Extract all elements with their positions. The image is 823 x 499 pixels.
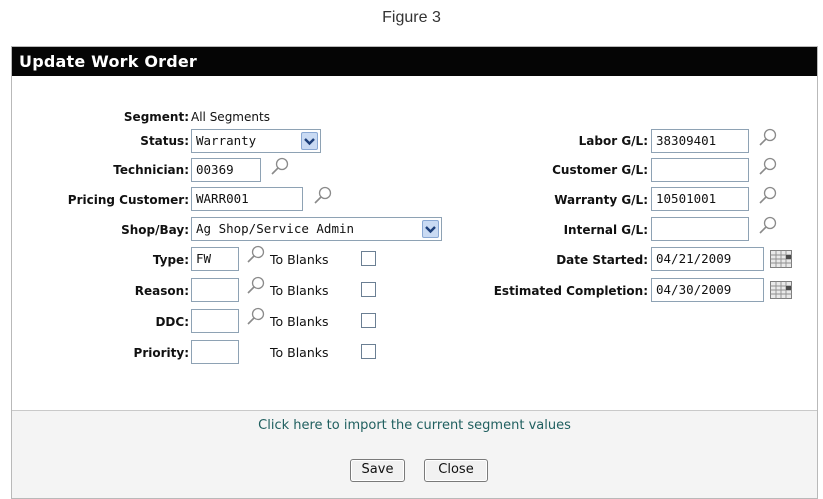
labor-gl-input[interactable]: 38309401 xyxy=(651,129,749,153)
pricing-customer-label: Pricing Customer: xyxy=(67,193,189,207)
pricing-customer-lookup-magnifier-icon[interactable] xyxy=(312,185,334,207)
status-label: Status: xyxy=(140,134,189,148)
status-select-value: Warranty xyxy=(196,133,257,148)
priority-to-blanks-label: To Blanks xyxy=(270,345,329,360)
technician-label: Technician: xyxy=(113,163,189,177)
internal-gl-label: Internal G/L: xyxy=(563,223,648,237)
form-panel: Segment: All Segments Status: Warranty T… xyxy=(12,76,817,411)
shop-bay-select[interactable]: Ag Shop/Service Admin xyxy=(191,217,442,241)
priority-input[interactable] xyxy=(191,340,239,364)
reason-lookup-magnifier-icon[interactable] xyxy=(245,275,267,297)
estimated-completion-label: Estimated Completion: xyxy=(493,284,648,298)
estimated-completion-calendar-icon[interactable] xyxy=(770,281,792,299)
labor-gl-lookup-magnifier-icon[interactable] xyxy=(757,127,779,149)
chevron-down-icon[interactable] xyxy=(422,220,439,238)
type-to-blanks-checkbox[interactable] xyxy=(361,251,376,266)
update-work-order-dialog: Update Work Order Segment: All Segments … xyxy=(11,46,818,499)
internal-gl-lookup-magnifier-icon[interactable] xyxy=(757,215,779,237)
date-started-calendar-icon[interactable] xyxy=(770,250,792,268)
ddc-lookup-magnifier-icon[interactable] xyxy=(245,306,267,328)
date-started-label: Date Started: xyxy=(556,253,648,267)
import-segment-values-link[interactable]: Click here to import the current segment… xyxy=(12,418,817,433)
customer-gl-input[interactable] xyxy=(651,158,749,182)
reason-to-blanks-checkbox[interactable] xyxy=(361,282,376,297)
type-to-blanks-label: To Blanks xyxy=(270,252,329,267)
priority-to-blanks-checkbox[interactable] xyxy=(361,344,376,359)
warranty-gl-label: Warranty G/L: xyxy=(554,193,648,207)
priority-label: Priority: xyxy=(133,346,189,360)
type-input[interactable]: FW xyxy=(191,247,239,271)
ddc-label: DDC: xyxy=(155,315,189,329)
close-button[interactable]: Close xyxy=(424,459,488,482)
reason-input[interactable] xyxy=(191,278,239,302)
ddc-to-blanks-checkbox[interactable] xyxy=(361,313,376,328)
reason-label: Reason: xyxy=(134,284,189,298)
date-started-input[interactable]: 04/21/2009 xyxy=(651,247,764,271)
ddc-input[interactable] xyxy=(191,309,239,333)
technician-lookup-magnifier-icon[interactable] xyxy=(269,156,291,178)
save-button[interactable]: Save xyxy=(350,459,405,482)
type-lookup-magnifier-icon[interactable] xyxy=(245,244,267,266)
internal-gl-input[interactable] xyxy=(651,217,749,241)
shop-bay-label: Shop/Bay: xyxy=(121,223,189,237)
customer-gl-lookup-magnifier-icon[interactable] xyxy=(757,156,779,178)
warranty-gl-lookup-magnifier-icon[interactable] xyxy=(757,185,779,207)
figure-caption: Figure 3 xyxy=(382,9,441,26)
technician-input[interactable]: 00369 xyxy=(191,158,261,182)
reason-to-blanks-label: To Blanks xyxy=(270,283,329,298)
pricing-customer-input[interactable]: WARR001 xyxy=(191,187,303,211)
estimated-completion-input[interactable]: 04/30/2009 xyxy=(651,278,764,302)
segment-value: All Segments xyxy=(191,110,270,124)
status-select[interactable]: Warranty xyxy=(191,129,321,153)
dialog-title: Update Work Order xyxy=(12,47,817,76)
type-label: Type: xyxy=(152,253,189,267)
chevron-down-icon[interactable] xyxy=(301,132,318,150)
warranty-gl-input[interactable]: 10501001 xyxy=(651,187,749,211)
segment-label: Segment: xyxy=(123,110,189,124)
ddc-to-blanks-label: To Blanks xyxy=(270,314,329,329)
customer-gl-label: Customer G/L: xyxy=(552,163,648,177)
labor-gl-label: Labor G/L: xyxy=(578,134,648,148)
shop-bay-select-value: Ag Shop/Service Admin xyxy=(196,221,355,236)
